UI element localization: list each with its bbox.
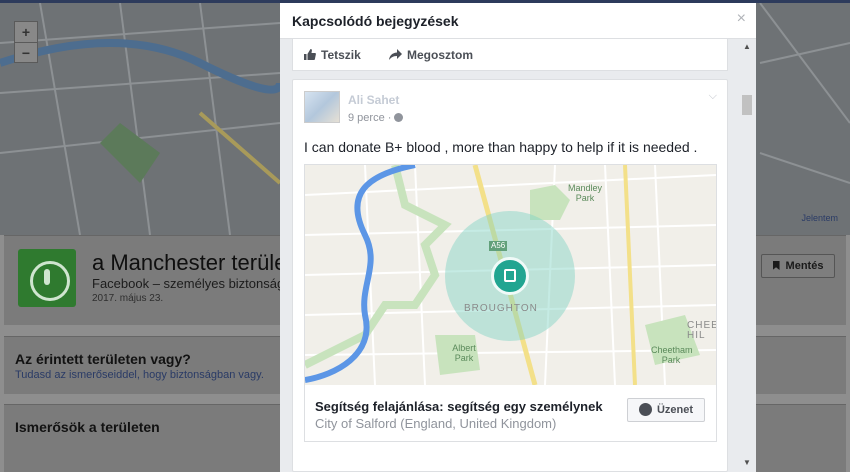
affected-hint-link[interactable]: Tudasd az ismerőseiddel, hogy biztonságb… xyxy=(15,369,264,381)
globe-icon xyxy=(394,113,404,122)
zoom-out-button[interactable]: − xyxy=(15,42,37,62)
previous-post-actions: Tetszik Megosztom xyxy=(292,39,728,71)
attachment-location: City of Salford (England, United Kingdom… xyxy=(315,416,557,431)
map-label-albert-park: Albert Park xyxy=(452,343,476,363)
post-meta: 9 perce · xyxy=(348,112,404,124)
related-posts-dialog: Kapcsolódó bejegyzések × Tetszik Megoszt… xyxy=(280,3,756,472)
bookmark-icon xyxy=(772,261,780,270)
map-label-cheetham-hill: CHEET HIL xyxy=(687,320,716,341)
safety-check-logo-icon xyxy=(18,249,76,307)
map-label-mandley-park: Mandley Park xyxy=(567,183,603,203)
message-label: Üzenet xyxy=(656,404,694,416)
close-icon[interactable]: × xyxy=(737,11,746,27)
attachment-title[interactable]: Segítség felajánlása: segítség egy szemé… xyxy=(315,399,603,414)
map-label-broughton: BROUGHTON xyxy=(464,303,538,314)
post-options-chevron-icon[interactable]: ⌵ xyxy=(709,90,717,103)
share-arrow-icon xyxy=(389,49,402,60)
dialog-title: Kapcsolódó bejegyzések xyxy=(292,13,459,29)
friends-heading: Ismerősök a területen xyxy=(15,419,160,435)
map-zoom-controls: + − xyxy=(14,21,38,63)
location-map[interactable]: A56 Mandley Park BROUGHTON Albert Park C… xyxy=(305,165,716,385)
road-label: A56 xyxy=(489,241,508,251)
affected-question: Az érintett területen vagy? xyxy=(15,351,191,367)
message-button[interactable]: Üzenet xyxy=(627,398,705,422)
zoom-in-button[interactable]: + xyxy=(15,22,37,42)
save-label: Mentés xyxy=(785,260,824,272)
post-time[interactable]: 9 perce · xyxy=(348,112,391,124)
post-card: Ali Sahet 9 perce · ⌵ I can donate B+ bl… xyxy=(292,79,728,472)
map-report-link[interactable]: Jelentem xyxy=(801,213,838,223)
like-label: Tetszik xyxy=(321,48,361,62)
messenger-icon xyxy=(638,403,652,416)
scroll-up-arrow-icon[interactable]: ▲ xyxy=(742,43,752,51)
map-label-cheetham-park: Cheetham Park xyxy=(651,345,693,365)
help-offer-attachment[interactable]: A56 Mandley Park BROUGHTON Albert Park C… xyxy=(304,164,717,442)
page-subtitle: Facebook – személyes biztonság xyxy=(92,276,285,291)
location-pin-icon xyxy=(491,257,529,295)
save-button[interactable]: Mentés xyxy=(761,254,835,278)
scroll-down-arrow-icon[interactable]: ▼ xyxy=(742,459,752,467)
post-text: I can donate B+ blood , more than happy … xyxy=(304,139,698,155)
thumbs-up-icon xyxy=(304,49,316,60)
dialog-header: Kapcsolódó bejegyzések × xyxy=(280,3,756,39)
author-avatar[interactable] xyxy=(304,91,340,123)
share-button[interactable]: Megosztom xyxy=(389,48,473,62)
author-name[interactable]: Ali Sahet xyxy=(348,93,399,107)
like-button[interactable]: Tetszik xyxy=(303,48,361,62)
page-date: 2017. május 23. xyxy=(92,293,164,304)
page-title: a Manchester területé xyxy=(92,250,305,275)
share-label: Megosztom xyxy=(407,48,473,62)
scrollbar-thumb[interactable] xyxy=(742,95,752,115)
